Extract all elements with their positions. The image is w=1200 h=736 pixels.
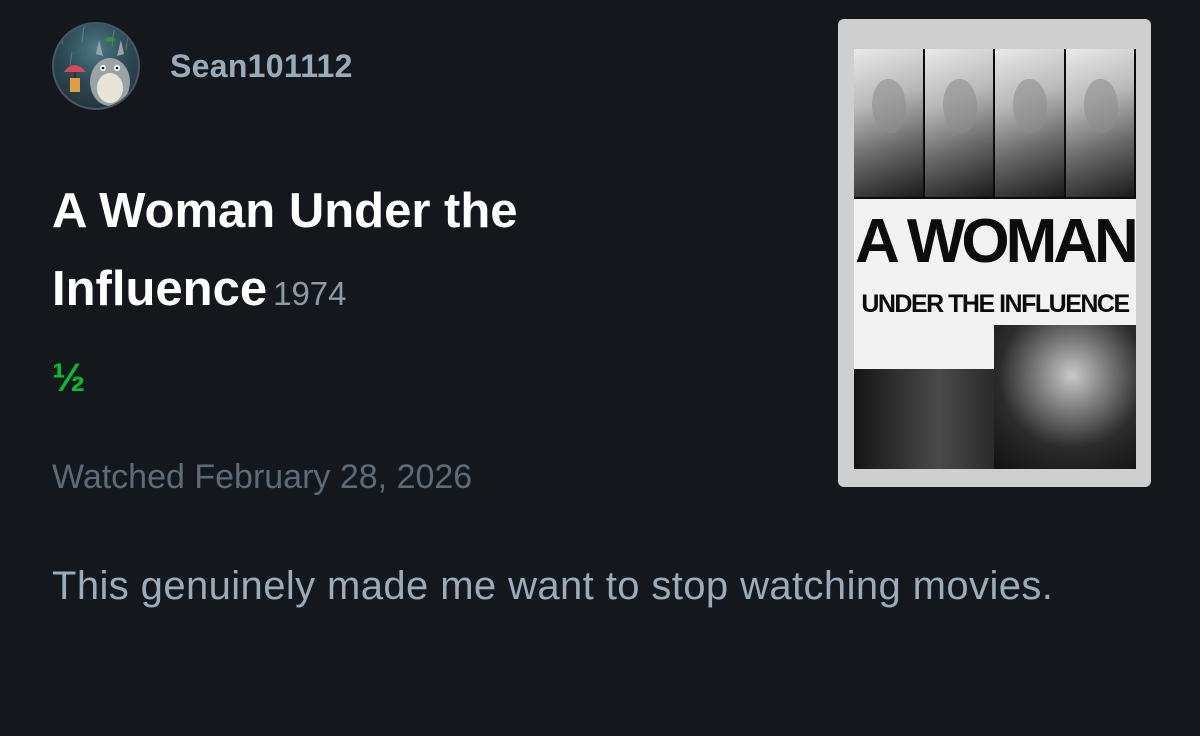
username-link[interactable]: Sean101112: [170, 48, 353, 85]
totoro-avatar-icon: [61, 25, 130, 106]
poster-artwork: A WOMAN UNDER THE INFLUENCE: [854, 49, 1139, 469]
poster-title-sub: UNDER THE INFLUENCE: [854, 285, 1136, 325]
watched-date: Watched February 28, 2026: [52, 458, 473, 496]
poster-white-band: [854, 325, 994, 369]
film-heading: A Woman Under the Influence 1974: [52, 178, 672, 334]
review-card: Sean101112 A Woman Under the Influence 19…: [0, 0, 1200, 736]
star-rating: ½: [52, 356, 86, 400]
film-poster[interactable]: A WOMAN UNDER THE INFLUENCE: [838, 19, 1151, 487]
poster-title-main: A WOMAN: [854, 199, 1139, 285]
poster-photo-man: [994, 325, 1136, 469]
poster-face-tile: [1065, 49, 1136, 197]
poster-face-tile: [924, 49, 995, 197]
user-header[interactable]: Sean101112: [52, 22, 353, 110]
poster-face-strip: [854, 49, 1136, 197]
poster-face-tile: [995, 49, 1066, 197]
poster-face-tile: [854, 49, 925, 197]
avatar[interactable]: [52, 22, 140, 110]
film-year-link[interactable]: 1974: [273, 275, 346, 312]
review-text: This genuinely made me want to stop watc…: [52, 564, 1054, 608]
